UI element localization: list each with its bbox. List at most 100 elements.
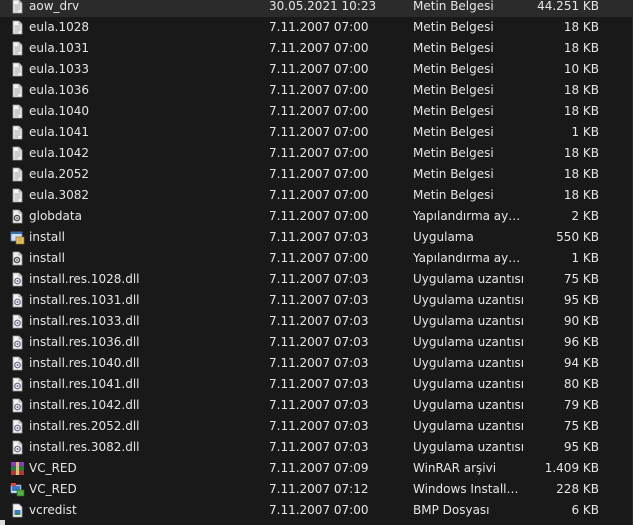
file-date-modified: 7.11.2007 07:03 bbox=[269, 377, 369, 391]
file-size: 228 KB bbox=[556, 482, 599, 496]
file-row[interactable]: install.res.1041.dll 7.11.2007 07:03 Uygul… bbox=[0, 374, 633, 395]
file-row[interactable]: eula.3082 7.11.2007 07:00 Metin Belgesi 18 … bbox=[0, 185, 633, 206]
file-size: 18 KB bbox=[563, 104, 599, 118]
file-row[interactable]: aow_drv 30.05.2021 10:23 Metin Belgesi 44.2… bbox=[0, 0, 633, 17]
file-row[interactable]: eula.2052 7.11.2007 07:00 Metin Belgesi 18 … bbox=[0, 164, 633, 185]
file-row[interactable]: eula.1028 7.11.2007 07:00 Metin Belgesi 18 … bbox=[0, 17, 633, 38]
file-row[interactable]: install 7.11.2007 07:03 Uygulama 550 KB bbox=[0, 227, 633, 248]
config-settings-icon bbox=[10, 209, 25, 224]
text-document-icon bbox=[10, 62, 25, 77]
file-row[interactable]: eula.1042 7.11.2007 07:00 Metin Belgesi 18 … bbox=[0, 143, 633, 164]
file-icon-cell bbox=[10, 143, 26, 164]
file-row[interactable]: eula.1040 7.11.2007 07:00 Metin Belgesi 18 … bbox=[0, 101, 633, 122]
file-list: aow_drv 30.05.2021 10:23 Metin Belgesi 44.2… bbox=[0, 0, 633, 521]
text-document-icon bbox=[10, 83, 25, 98]
text-document-icon bbox=[10, 104, 25, 119]
file-icon-cell bbox=[10, 332, 26, 353]
file-name: eula.1036 bbox=[29, 83, 90, 97]
file-row[interactable]: install.res.1040.dll 7.11.2007 07:03 Uygul… bbox=[0, 353, 633, 374]
file-type: Metin Belgesi bbox=[413, 146, 494, 160]
file-date-modified: 7.11.2007 07:12 bbox=[269, 482, 369, 496]
file-date-modified: 7.11.2007 07:00 bbox=[269, 104, 369, 118]
file-type: Metin Belgesi bbox=[413, 125, 494, 139]
file-date-modified: 7.11.2007 07:00 bbox=[269, 83, 369, 97]
dll-extension-icon bbox=[10, 335, 25, 350]
file-row[interactable]: vcredist 7.11.2007 07:00 BMP Dosyası 6 KB bbox=[0, 500, 633, 521]
file-size: 79 KB bbox=[563, 398, 599, 412]
file-size: 18 KB bbox=[563, 20, 599, 34]
file-name: eula.1031 bbox=[29, 41, 90, 55]
file-icon-cell bbox=[10, 38, 26, 59]
file-type: Metin Belgesi bbox=[413, 0, 494, 13]
file-row[interactable]: eula.1031 7.11.2007 07:00 Metin Belgesi 18 … bbox=[0, 38, 633, 59]
file-icon-cell bbox=[10, 80, 26, 101]
dll-extension-icon bbox=[10, 377, 25, 392]
file-date-modified: 7.11.2007 07:00 bbox=[269, 167, 369, 181]
file-type: Uygulama uzantısı bbox=[413, 377, 525, 391]
file-type: Yapılandırma ayarl... bbox=[413, 251, 525, 265]
file-name: install.res.1033.dll bbox=[29, 314, 140, 328]
file-name: install bbox=[29, 230, 65, 244]
file-name: install.res.1031.dll bbox=[29, 293, 140, 307]
file-size: 550 KB bbox=[556, 230, 599, 244]
file-date-modified: 7.11.2007 07:03 bbox=[269, 293, 369, 307]
file-row[interactable]: install.res.3082.dll 7.11.2007 07:03 Uygul… bbox=[0, 437, 633, 458]
dll-extension-icon bbox=[10, 314, 25, 329]
file-type: Uygulama uzantısı bbox=[413, 272, 525, 286]
file-row[interactable]: install.res.1031.dll 7.11.2007 07:03 Uygul… bbox=[0, 290, 633, 311]
text-document-icon bbox=[10, 167, 25, 182]
file-icon-cell bbox=[10, 353, 26, 374]
file-type: Uygulama uzantısı bbox=[413, 356, 525, 370]
installer-app-icon bbox=[10, 230, 25, 245]
file-row[interactable]: install.res.2052.dll 7.11.2007 07:03 Uygul… bbox=[0, 416, 633, 437]
text-document-icon bbox=[10, 41, 25, 56]
bitmap-image-icon bbox=[10, 503, 25, 518]
file-date-modified: 7.11.2007 07:03 bbox=[269, 230, 369, 244]
text-document-icon bbox=[10, 20, 25, 35]
file-type: Uygulama bbox=[413, 230, 474, 244]
file-type: Metin Belgesi bbox=[413, 83, 494, 97]
file-row[interactable]: install.res.1028.dll 7.11.2007 07:03 Uygul… bbox=[0, 269, 633, 290]
file-row[interactable]: install.res.1042.dll 7.11.2007 07:03 Uygul… bbox=[0, 395, 633, 416]
file-name: install.res.1041.dll bbox=[29, 377, 140, 391]
file-size: 44.251 KB bbox=[537, 0, 599, 13]
file-date-modified: 7.11.2007 07:03 bbox=[269, 335, 369, 349]
file-name: eula.1028 bbox=[29, 20, 90, 34]
text-document-icon bbox=[10, 146, 25, 161]
file-row[interactable]: VC_RED 7.11.2007 07:09 WinRAR arşivi 1.409 … bbox=[0, 458, 633, 479]
file-type: Uygulama uzantısı bbox=[413, 293, 525, 307]
file-icon-cell bbox=[10, 395, 26, 416]
file-date-modified: 7.11.2007 07:03 bbox=[269, 440, 369, 454]
file-date-modified: 7.11.2007 07:00 bbox=[269, 503, 369, 517]
file-name: VC_RED bbox=[29, 482, 77, 496]
file-row[interactable]: install.res.1036.dll 7.11.2007 07:03 Uygul… bbox=[0, 332, 633, 353]
file-size: 18 KB bbox=[563, 41, 599, 55]
file-size: 10 KB bbox=[563, 62, 599, 76]
file-row[interactable]: eula.1036 7.11.2007 07:00 Metin Belgesi 18 … bbox=[0, 80, 633, 101]
file-date-modified: 7.11.2007 07:03 bbox=[269, 314, 369, 328]
file-name: install.res.1040.dll bbox=[29, 356, 140, 370]
file-row[interactable]: install 7.11.2007 07:00 Yapılandırma ayarl… bbox=[0, 248, 633, 269]
file-icon-cell bbox=[10, 416, 26, 437]
file-size: 1.409 KB bbox=[544, 461, 599, 475]
file-date-modified: 7.11.2007 07:00 bbox=[269, 125, 369, 139]
file-size: 1 KB bbox=[571, 251, 599, 265]
file-name: eula.1040 bbox=[29, 104, 90, 118]
file-row[interactable]: eula.1033 7.11.2007 07:00 Metin Belgesi 10 … bbox=[0, 59, 633, 80]
file-date-modified: 7.11.2007 07:00 bbox=[269, 62, 369, 76]
file-size: 80 KB bbox=[563, 377, 599, 391]
file-name: install bbox=[29, 251, 65, 265]
file-type: BMP Dosyası bbox=[413, 503, 490, 517]
dll-extension-icon bbox=[10, 356, 25, 371]
file-row[interactable]: globdata 7.11.2007 07:00 Yapılandırma ayar… bbox=[0, 206, 633, 227]
text-document-icon bbox=[10, 188, 25, 203]
scroll-corner bbox=[0, 520, 5, 525]
file-row[interactable]: VC_RED 7.11.2007 07:12 Windows Installer .… bbox=[0, 479, 633, 500]
file-name: install.res.1028.dll bbox=[29, 272, 140, 286]
file-row[interactable]: eula.1041 7.11.2007 07:00 Metin Belgesi 1 K… bbox=[0, 122, 633, 143]
file-date-modified: 7.11.2007 07:00 bbox=[269, 20, 369, 34]
file-icon-cell bbox=[10, 500, 26, 521]
file-row[interactable]: install.res.1033.dll 7.11.2007 07:03 Uygul… bbox=[0, 311, 633, 332]
file-size: 18 KB bbox=[563, 83, 599, 97]
file-size: 75 KB bbox=[563, 419, 599, 433]
